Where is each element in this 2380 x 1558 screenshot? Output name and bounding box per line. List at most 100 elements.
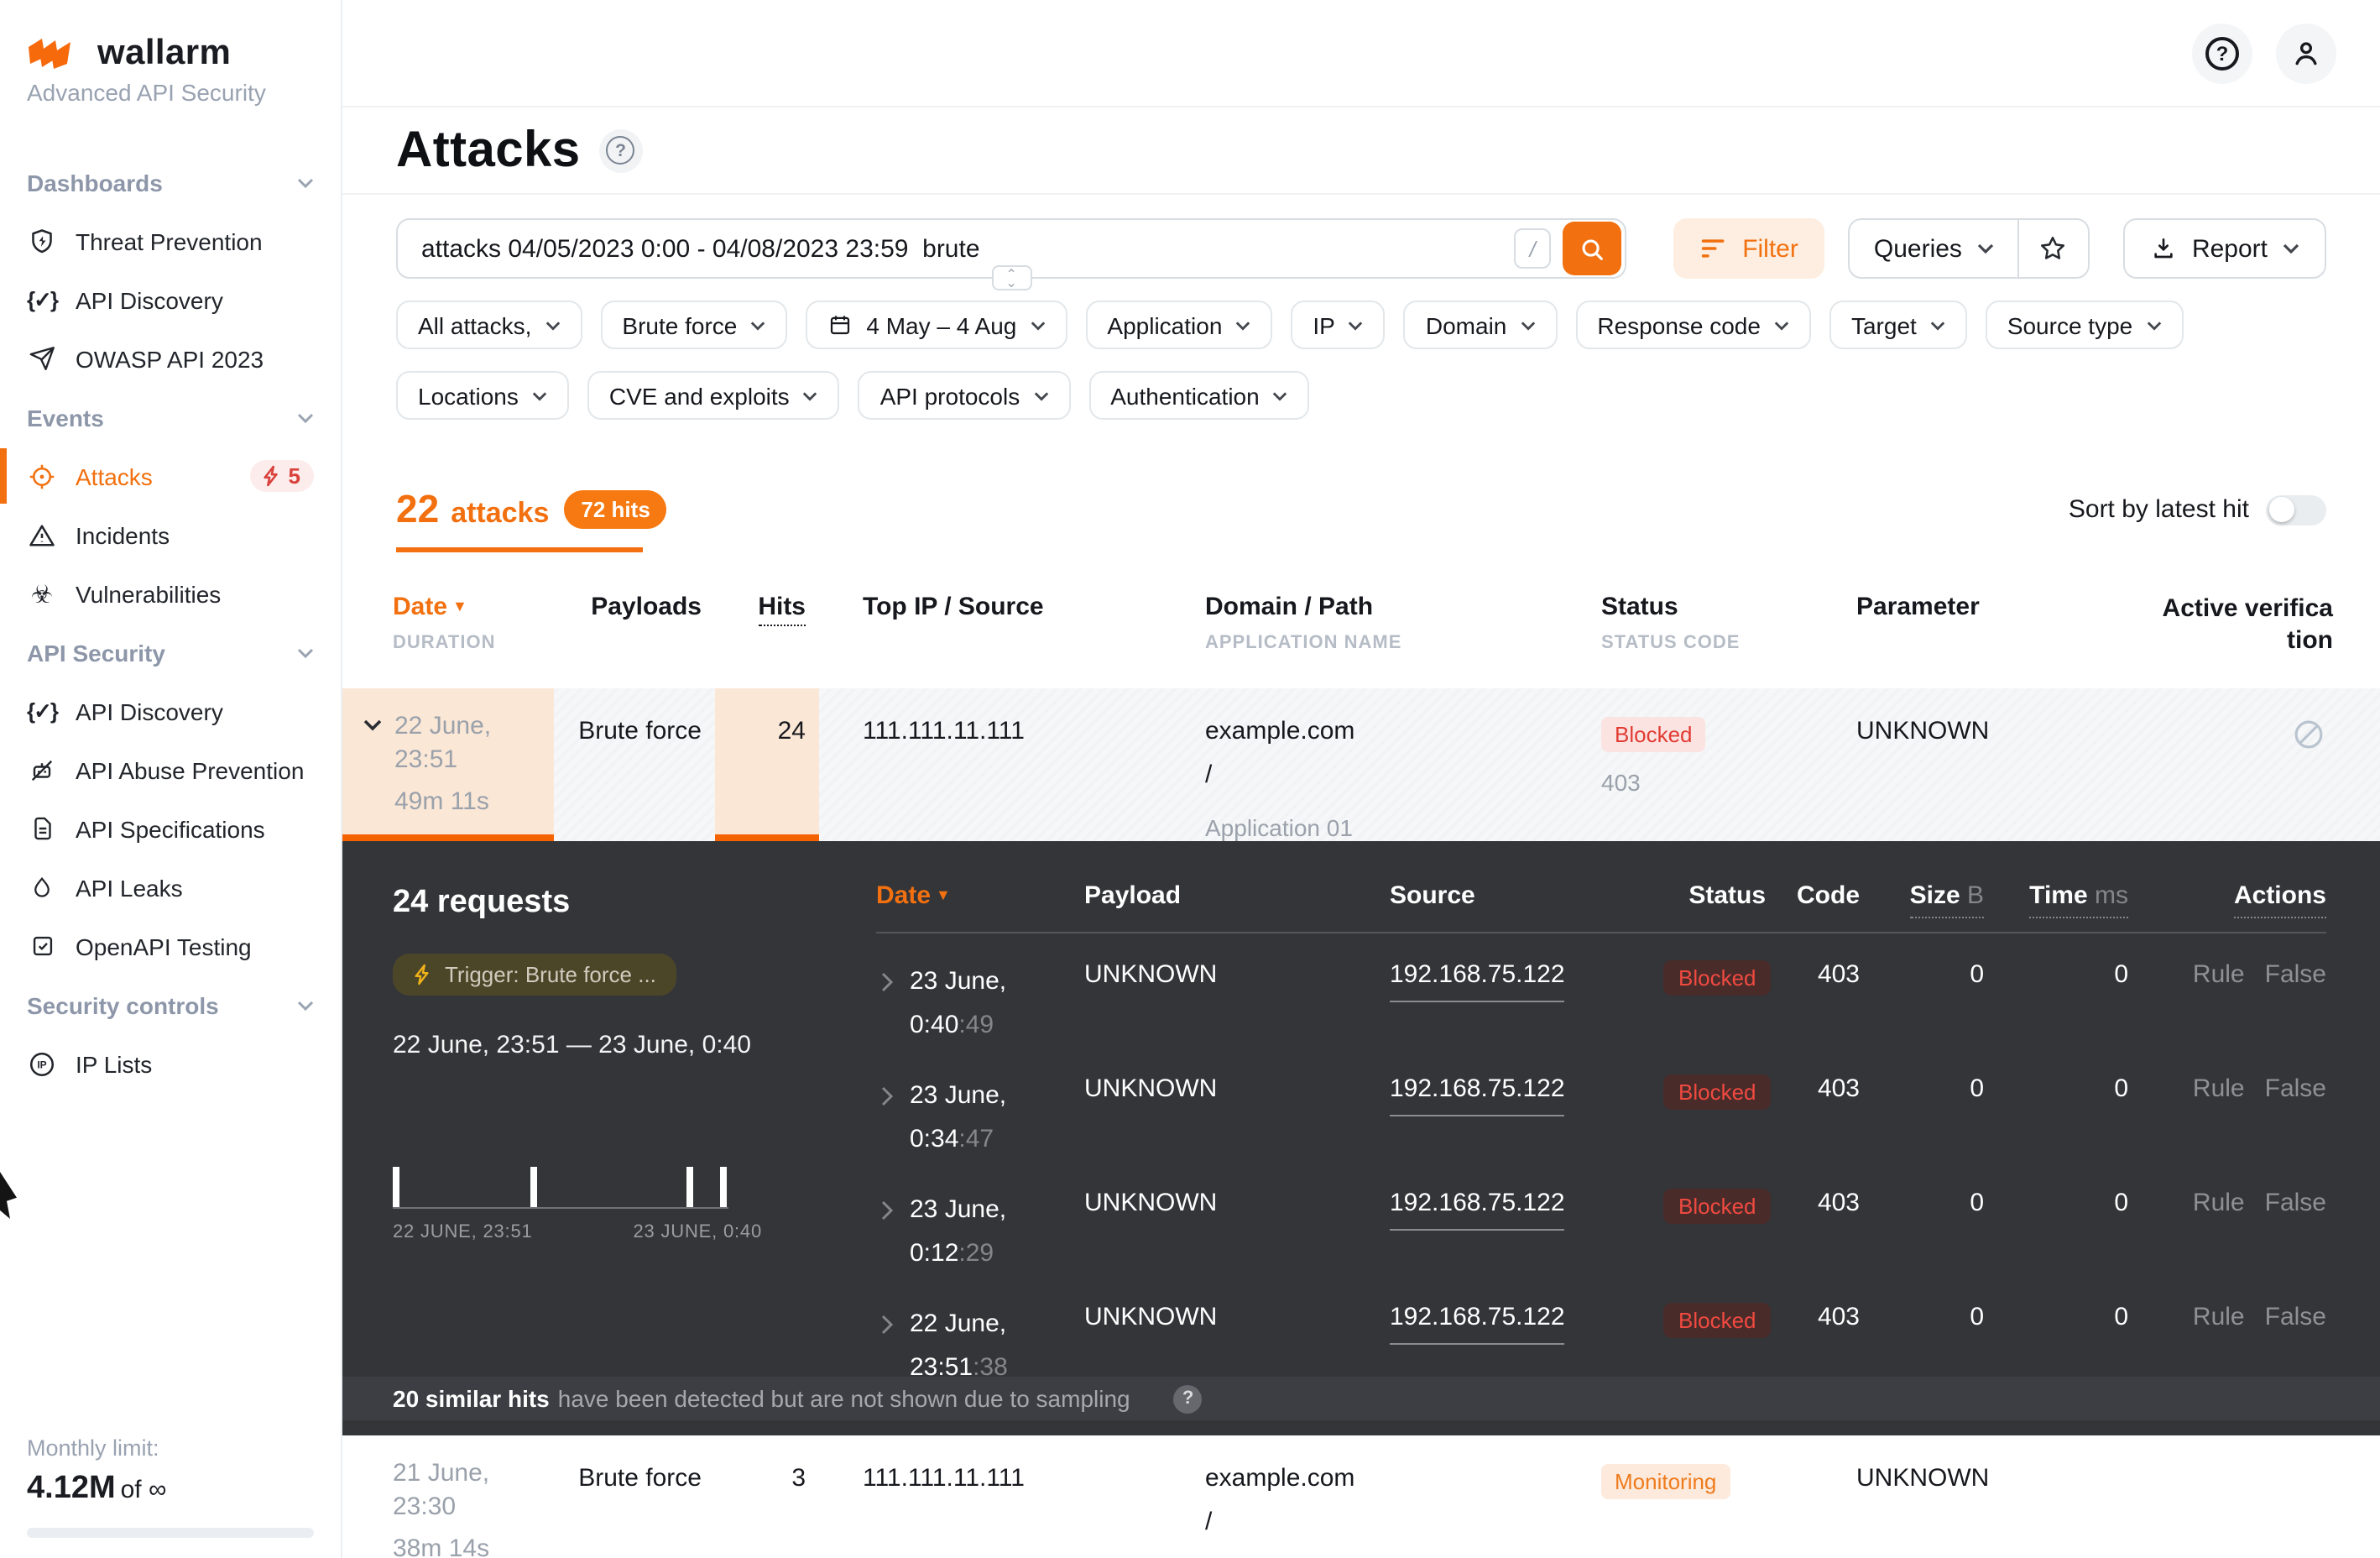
report-button[interactable]: Report: [2123, 218, 2326, 279]
hit-row-actions[interactable]: RuleFalse: [2128, 1048, 2326, 1162]
attack-path[interactable]: /: [1205, 761, 1591, 789]
search-button[interactable]: [1563, 222, 1621, 275]
verification-disabled-icon[interactable]: [2291, 717, 2326, 841]
nav-section-events[interactable]: Events: [0, 388, 341, 447]
chevron-right-icon[interactable]: [881, 1086, 893, 1162]
sidebar-item-openapi-testing[interactable]: OpenAPI Testing: [0, 917, 341, 975]
blocked-badge: Blocked: [1663, 1189, 1772, 1224]
brand-name: wallarm: [97, 34, 231, 74]
sidebar-item-incidents[interactable]: Incidents: [0, 505, 341, 564]
hit-row-source[interactable]: 192.168.75.122: [1390, 1276, 1663, 1390]
sidebar-item-api-discovery[interactable]: {✓} API Discovery: [0, 270, 341, 329]
sidebar-item-api-leaks[interactable]: API Leaks: [0, 858, 341, 917]
chip-authentication[interactable]: Authentication: [1088, 371, 1309, 420]
attack-top-ip[interactable]: 111.111.11.111: [819, 1435, 1195, 1558]
hit-row-source[interactable]: 192.168.75.122: [1390, 1048, 1663, 1162]
sidebar-item-threat-prevention[interactable]: Threat Prevention: [0, 212, 341, 270]
nav-section-api-security[interactable]: API Security: [0, 623, 341, 682]
nav-section-security-controls[interactable]: Security controls: [0, 975, 341, 1034]
filter-button[interactable]: Filter: [1673, 218, 1825, 279]
attack-domain[interactable]: example.com: [1205, 717, 1591, 745]
nav-section-dashboards[interactable]: Dashboards: [0, 153, 341, 212]
sampling-notice: 20 similar hits have been detected but a…: [342, 1377, 2380, 1420]
help-button[interactable]: ?: [2192, 23, 2252, 83]
hit-row-date[interactable]: 23 June,0:34:47: [876, 1048, 1084, 1162]
queries-button[interactable]: Queries: [1850, 220, 2017, 277]
blocked-badge: Blocked: [1663, 960, 1772, 996]
sidebar-item-owasp-api-2023[interactable]: OWASP API 2023: [0, 329, 341, 388]
page-title: Attacks: [396, 122, 581, 179]
chevron-right-icon[interactable]: [881, 972, 893, 1048]
hit-row-actions[interactable]: RuleFalse: [2128, 933, 2326, 1048]
chip-date-range[interactable]: 4 May – 4 Aug: [806, 301, 1067, 349]
hits-column-time[interactable]: Time ms: [1984, 881, 2128, 932]
hit-row-actions[interactable]: RuleFalse: [2128, 1162, 2326, 1276]
attack-path[interactable]: /: [1205, 1508, 1591, 1536]
attack-row-expanded[interactable]: 22 June, 23:51 49m 11s Brute force 24 11…: [342, 688, 2380, 841]
requests-count: 24 requests: [393, 885, 876, 922]
chip-api-protocols[interactable]: API protocols: [859, 371, 1071, 420]
trigger-badge[interactable]: Trigger: Brute force ...: [393, 954, 676, 996]
chevron-down-icon: [1930, 320, 1945, 330]
hit-row-time: 0: [1984, 1162, 2128, 1276]
sidebar-item-api-abuse-prevention[interactable]: API Abuse Prevention: [0, 740, 341, 799]
user-button[interactable]: [2276, 23, 2336, 83]
sort-toggle[interactable]: [2266, 494, 2326, 525]
braces-check-icon: {✓}: [27, 696, 57, 726]
hit-row-date[interactable]: 22 June,23:51:38: [876, 1276, 1084, 1390]
search-expander-handle[interactable]: ⌃⌄: [991, 265, 1031, 290]
page-help-button[interactable]: ?: [599, 128, 643, 172]
chip-response-code[interactable]: Response code: [1575, 301, 1811, 349]
sidebar-item-api-discovery-2[interactable]: {✓} API Discovery: [0, 682, 341, 740]
attack-date-cell[interactable]: 22 June, 23:51 49m 11s: [342, 688, 554, 841]
hit-row-source[interactable]: 192.168.75.122: [1390, 933, 1663, 1048]
attack-domain[interactable]: example.com: [1205, 1464, 1591, 1493]
sidebar-item-attacks[interactable]: Attacks 5: [0, 447, 341, 505]
question-icon[interactable]: ?: [1174, 1384, 1203, 1413]
chip-cve-and-exploits[interactable]: CVE and exploits: [587, 371, 840, 420]
brand-logo[interactable]: wallarm: [0, 0, 341, 74]
sidebar-item-vulnerabilities[interactable]: ☣ Vulnerabilities: [0, 564, 341, 623]
chip-application[interactable]: Application: [1085, 301, 1272, 349]
sort-desc-icon: ▼: [936, 886, 951, 903]
attack-top-ip[interactable]: 111.111.11.111: [819, 688, 1195, 841]
attack-hits[interactable]: 3: [715, 1435, 819, 1558]
chevron-down-icon[interactable]: [363, 719, 383, 834]
attack-payload[interactable]: Brute force: [554, 1435, 715, 1558]
hit-row-source[interactable]: 192.168.75.122: [1390, 1162, 1663, 1276]
search-input[interactable]: attacks 04/05/2023 0:00 - 04/08/2023 23:…: [396, 218, 1626, 279]
favorite-button[interactable]: [2017, 220, 2088, 277]
chip-brute-force[interactable]: Brute force: [600, 301, 787, 349]
chip-locations[interactable]: Locations: [396, 371, 569, 420]
hits-column-source: Source: [1390, 881, 1663, 932]
attack-hits[interactable]: 24: [715, 688, 819, 841]
hits-column-size[interactable]: Size B: [1860, 881, 1984, 932]
chevron-right-icon[interactable]: [881, 1200, 893, 1276]
hit-row-date[interactable]: 23 June,0:40:49: [876, 933, 1084, 1048]
search-toolbar: attacks 04/05/2023 0:00 - 04/08/2023 23:…: [342, 195, 2380, 279]
sidebar-item-api-specifications[interactable]: API Specifications: [0, 799, 341, 858]
attack-row-collapsed[interactable]: 21 June, 23:30 38m 14s Brute force 3 111…: [342, 1435, 2380, 1558]
filter-chips-row-1: All attacks, Brute force 4 May – 4 Aug A…: [342, 279, 2380, 349]
hit-row-actions[interactable]: RuleFalse: [2128, 1276, 2326, 1390]
attack-payload[interactable]: Brute force: [554, 688, 715, 841]
search-query-text[interactable]: attacks 04/05/2023 0:00 - 04/08/2023 23:…: [421, 234, 1514, 263]
tab-attacks-count[interactable]: 22 attacks: [396, 487, 549, 532]
chip-source-type[interactable]: Source type: [1986, 301, 2183, 349]
hit-row-status: Blocked: [1663, 1276, 1766, 1390]
sidebar-item-ip-lists[interactable]: IP IP Lists: [0, 1034, 341, 1093]
attack-date-cell[interactable]: 21 June, 23:30 38m 14s: [342, 1435, 554, 1558]
hits-column-date[interactable]: Date▼: [876, 881, 1084, 932]
hit-row-date[interactable]: 23 June,0:12:29: [876, 1162, 1084, 1276]
attack-time: 23:30: [393, 1493, 456, 1521]
hit-row-code: 403: [1766, 1162, 1860, 1276]
hits-column-actions[interactable]: Actions: [2128, 881, 2326, 932]
document-icon: [27, 813, 57, 844]
chip-domain[interactable]: Domain: [1404, 301, 1558, 349]
chip-ip[interactable]: IP: [1291, 301, 1385, 349]
chevron-down-icon: [1033, 390, 1048, 400]
chip-target[interactable]: Target: [1829, 301, 1967, 349]
column-header-hits[interactable]: Hits: [715, 593, 819, 688]
column-header-date[interactable]: Date▼ DURATION: [342, 593, 554, 688]
chip-all-attacks[interactable]: All attacks,: [396, 301, 582, 349]
